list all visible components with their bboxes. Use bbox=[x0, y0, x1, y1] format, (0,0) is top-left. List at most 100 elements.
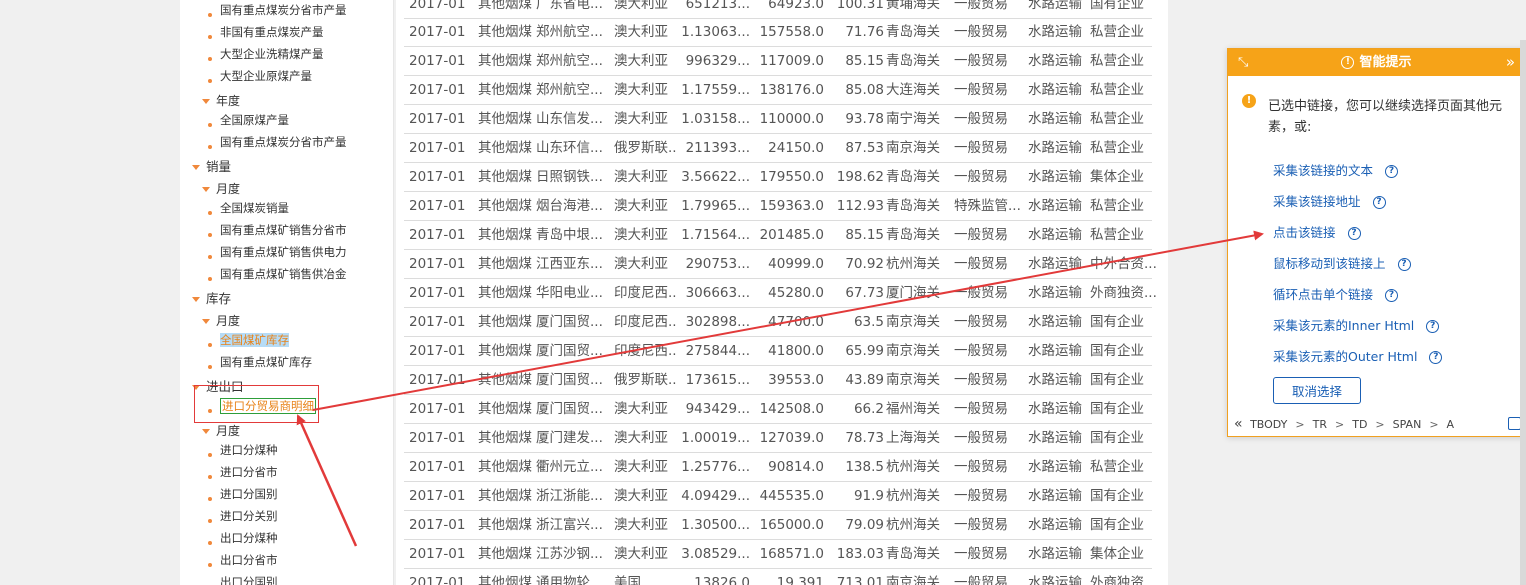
table-cell: 澳大利亚 bbox=[614, 169, 668, 185]
help-icon[interactable]: ? bbox=[1397, 258, 1411, 271]
table-cell: 其他烟煤 bbox=[478, 372, 532, 388]
tree-leaf-item[interactable]: 国有重点煤炭分省市产量 bbox=[208, 131, 347, 153]
page-scrollbar[interactable] bbox=[1520, 40, 1526, 585]
tree-leaf-item[interactable]: 进口分省市 bbox=[208, 461, 278, 483]
tree-leaf-item[interactable]: 全国煤矿库存 bbox=[208, 329, 289, 351]
tree-leaf-item[interactable]: 进口分关别 bbox=[208, 505, 278, 527]
table-row[interactable]: 2017-01 其他烟煤 厦门建发... 澳大利亚 1.00019... 127039.0… bbox=[404, 424, 1152, 453]
table-cell: 一般贸易 bbox=[954, 140, 1008, 156]
table-cell: 63.5 bbox=[853, 314, 884, 330]
table-cell: 一般贸易 bbox=[954, 430, 1008, 446]
table-row[interactable]: 2017-01 其他烟煤 厦门国贸... 印度尼西... 302898... 47700.… bbox=[404, 308, 1152, 337]
table-row[interactable]: 2017-01 其他烟煤 浙江浙能... 澳大利亚 4.09429... 445535.0… bbox=[404, 482, 1152, 511]
breadcrumb-item[interactable]: TD bbox=[1352, 418, 1367, 431]
table-cell: 1.25776... bbox=[681, 459, 750, 475]
table-row[interactable]: 2017-01 其他烟煤 郑州航空... 澳大利亚 1.13063... 157558.0… bbox=[404, 18, 1152, 47]
table-row[interactable]: 2017-01 其他烟煤 厦门国贸... 印度尼西... 275844... 41800.… bbox=[404, 337, 1152, 366]
breadcrumb-item[interactable]: TBODY bbox=[1250, 418, 1287, 431]
tree-group-item[interactable]: 库存 bbox=[192, 288, 231, 310]
table-row[interactable]: 2017-01 其他烟煤 江苏沙钢... 澳大利亚 3.08529... 168571.0… bbox=[404, 540, 1152, 569]
breadcrumb-item[interactable]: A bbox=[1447, 418, 1455, 431]
tree-leaf-item[interactable]: 非国有重点煤炭产量 bbox=[208, 21, 324, 43]
tip-message: 已选中链接，您可以继续选择页面其他元素，或: bbox=[1268, 99, 1503, 135]
table-cell: 私营企业 bbox=[1090, 53, 1144, 69]
bullet-icon bbox=[208, 276, 212, 281]
table-cell: 70.92 bbox=[845, 256, 884, 272]
help-icon[interactable]: ? bbox=[1426, 320, 1440, 333]
table-cell: 2017-01 bbox=[409, 343, 466, 359]
table-cell: 南宁海关 bbox=[886, 111, 940, 127]
table-cell: 私营企业 bbox=[1090, 198, 1144, 214]
bullet-icon bbox=[208, 496, 212, 501]
table-row[interactable]: 2017-01 其他烟煤 广东省电... 澳大利亚 651213... 64923.0 10… bbox=[404, 0, 1152, 19]
table-row[interactable]: 2017-01 其他烟煤 日照钢铁... 澳大利亚 3.56622... 179550.0… bbox=[404, 163, 1152, 192]
table-cell: 159363.0 bbox=[759, 198, 824, 214]
tree-leaf-item[interactable]: 国有重点煤矿销售分省市 bbox=[208, 219, 347, 241]
table-cell: 水路运输 bbox=[1028, 488, 1082, 504]
table-row[interactable]: 2017-01 其他烟煤 浙江富兴... 澳大利亚 1.30500... 165000.0… bbox=[404, 511, 1152, 540]
tip-action-link[interactable]: 采集该元素的Outer Html? bbox=[1273, 347, 1443, 367]
tree-leaf-item[interactable]: 国有重点煤炭分省市产量 bbox=[208, 0, 347, 21]
help-icon[interactable]: ? bbox=[1429, 351, 1443, 364]
table-row[interactable]: 2017-01 其他烟煤 华阳电业... 印度尼西... 306663... 45280.… bbox=[404, 279, 1157, 308]
table-cell: 澳大利亚 bbox=[614, 546, 668, 562]
help-icon[interactable]: ? bbox=[1385, 165, 1399, 178]
table-row[interactable]: 2017-01 其他烟煤 江西亚东... 澳大利亚 290753... 40999.0 70… bbox=[404, 250, 1157, 279]
tip-action-link[interactable]: 采集该元素的Inner Html? bbox=[1273, 316, 1440, 336]
table-row[interactable]: 2017-01 其他烟煤 衢州元立... 澳大利亚 1.25776... 90814.0 1… bbox=[404, 453, 1152, 482]
table-row[interactable]: 2017-01 其他烟煤 通用物轮... 美国 13826.0 19.391 713.01 南… bbox=[404, 569, 1157, 585]
table-row[interactable]: 2017-01 其他烟煤 郑州航空... 澳大利亚 996329... 117009.0 8… bbox=[404, 47, 1152, 76]
bullet-icon bbox=[208, 540, 212, 545]
table-row[interactable]: 2017-01 其他烟煤 山东环信... 俄罗斯联... 211393... 24150.… bbox=[404, 134, 1152, 163]
table-cell: 183.03 bbox=[836, 546, 884, 562]
breadcrumb-item[interactable]: SPAN bbox=[1393, 418, 1422, 431]
table-cell: 水路运输 bbox=[1028, 111, 1082, 127]
tree-leaf-item[interactable]: 全国原煤产量 bbox=[208, 109, 289, 131]
tree-leaf-item[interactable]: 进口分国别 bbox=[208, 483, 278, 505]
table-row[interactable]: 2017-01 其他烟煤 烟台海港... 澳大利亚 1.79965... 159363.0… bbox=[404, 192, 1152, 221]
cancel-selection-button[interactable]: 取消选择 bbox=[1273, 377, 1361, 404]
tree-leaf-item[interactable]: 出口分国别 bbox=[208, 571, 278, 585]
table-cell: 1.17559... bbox=[681, 82, 750, 98]
table-cell: 41800.0 bbox=[768, 343, 824, 359]
double-chevron-right-icon[interactable]: » bbox=[1506, 49, 1515, 76]
table-cell: 2017-01 bbox=[409, 459, 466, 475]
tree-leaf-item[interactable]: 出口分省市 bbox=[208, 549, 278, 571]
table-cell: 302898... bbox=[685, 314, 750, 330]
table-cell: 日照钢铁... bbox=[536, 169, 603, 185]
table-cell: 其他烟煤 bbox=[478, 0, 532, 12]
tip-action-label: 采集该元素的Inner Html bbox=[1273, 318, 1415, 333]
table-cell: 澳大利亚 bbox=[614, 430, 668, 446]
tree-leaf-item[interactable]: 出口分煤种 bbox=[208, 527, 278, 549]
table-cell: 2017-01 bbox=[409, 517, 466, 533]
table-row[interactable]: 2017-01 其他烟煤 青岛中垠... 澳大利亚 1.71564... 201485.0… bbox=[404, 221, 1152, 250]
table-row[interactable]: 2017-01 其他烟煤 厦门国贸... 俄罗斯联... 173615... 39553.… bbox=[404, 366, 1152, 395]
tree-leaf-item[interactable]: 国有重点煤矿销售供电力 bbox=[208, 241, 347, 263]
tip-action-link[interactable]: 采集该链接的文本? bbox=[1273, 161, 1399, 181]
tree-leaf-item[interactable]: 大型企业原煤产量 bbox=[208, 65, 312, 87]
table-cell: 南京海关 bbox=[886, 140, 940, 156]
tree-leaf-item[interactable]: 大型企业洗精煤产量 bbox=[208, 43, 324, 65]
tip-action-link[interactable]: 循环点击单个链接? bbox=[1273, 285, 1399, 305]
table-cell: 2017-01 bbox=[409, 198, 466, 214]
bullet-icon bbox=[208, 78, 212, 83]
tree-leaf-item[interactable]: 全国煤炭销量 bbox=[208, 197, 289, 219]
help-icon[interactable]: ? bbox=[1347, 227, 1361, 240]
help-icon[interactable]: ? bbox=[1385, 289, 1399, 302]
tip-title-text: 智能提示 bbox=[1359, 55, 1412, 70]
data-table: 2017-01 其他烟煤 广东省电... 澳大利亚 651213... 64923.0 10… bbox=[396, 0, 1168, 585]
table-cell: 40999.0 bbox=[768, 256, 824, 272]
breadcrumb-item[interactable]: TR bbox=[1313, 418, 1327, 431]
table-row[interactable]: 2017-01 其他烟煤 郑州航空... 澳大利亚 1.17559... 138176.0… bbox=[404, 76, 1152, 105]
tip-action-link[interactable]: 鼠标移动到该链接上? bbox=[1273, 254, 1411, 274]
table-row[interactable]: 2017-01 其他烟煤 山东信发... 澳大利亚 1.03158... 110000.0… bbox=[404, 105, 1152, 134]
help-icon[interactable]: ? bbox=[1372, 196, 1386, 209]
tree-leaf-item[interactable]: 国有重点煤矿库存 bbox=[208, 351, 312, 373]
tree-leaf-item[interactable]: 国有重点煤矿销售供冶金 bbox=[208, 263, 347, 285]
tree-group-item[interactable]: 销量 bbox=[192, 156, 231, 178]
tip-action-link[interactable]: 点击该链接? bbox=[1273, 223, 1361, 243]
tree-leaf-item[interactable]: 进口分煤种 bbox=[208, 439, 278, 461]
double-chevron-left-icon[interactable]: « bbox=[1234, 416, 1243, 432]
tip-action-link[interactable]: 采集该链接地址? bbox=[1273, 192, 1386, 212]
table-row[interactable]: 2017-01 其他烟煤 厦门国贸... 澳大利亚 943429... 142508.0 6… bbox=[404, 395, 1152, 424]
